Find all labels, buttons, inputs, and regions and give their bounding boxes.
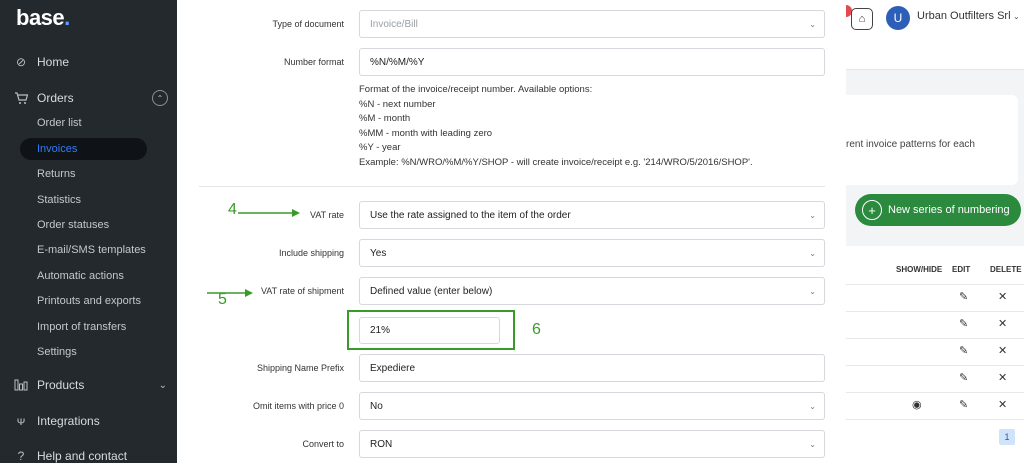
compass-icon: ⊘: [15, 55, 27, 69]
label-convert-to: Convert to: [302, 439, 344, 449]
label-number-format: Number format: [283, 57, 344, 67]
edit-icon[interactable]: ✎: [959, 398, 968, 411]
sidebar-sub-automatic-actions[interactable]: Automatic actions: [0, 265, 177, 287]
info-text: rent invoice patterns for each: [846, 139, 975, 150]
close-icon[interactable]: ✕: [998, 290, 1007, 303]
chevron-down-icon: ⌄: [809, 286, 816, 296]
products-icon: [14, 378, 28, 392]
row-divider: [846, 338, 1024, 339]
sidebar-item-home[interactable]: ⊘ Home: [0, 50, 177, 74]
sidebar-sub-settings[interactable]: Settings: [0, 341, 177, 363]
invoice-settings-modal: Type of document Invoice/Bill ⌄ Number f…: [177, 0, 846, 463]
chevron-down-icon: ⌄: [809, 19, 816, 29]
help-icon: ?: [17, 449, 25, 463]
annotation-arrow-4: [238, 209, 300, 217]
vat-rate-shipment-select[interactable]: Defined value (enter below) ⌄: [359, 277, 825, 305]
label-vat-rate: VAT rate: [309, 210, 344, 220]
annotation-highlight-box: [347, 310, 515, 350]
chevron-down-icon[interactable]: ⌄: [1013, 12, 1020, 21]
page-number[interactable]: 1: [999, 429, 1015, 445]
sidebar-item-products[interactable]: Products ⌄: [0, 373, 177, 397]
sidebar-sub-printouts[interactable]: Printouts and exports: [0, 290, 177, 312]
number-format-input[interactable]: %N/%M/%Y: [359, 48, 825, 76]
chevron-down-icon: ⌄: [809, 210, 816, 220]
plug-icon: ᴪ: [16, 414, 26, 428]
edit-icon[interactable]: ✎: [959, 371, 968, 384]
number-format-help: Format of the invoice/receipt number. Av…: [359, 84, 753, 168]
sidebar-sub-statistics[interactable]: Statistics: [0, 189, 177, 211]
sidebar-item-help[interactable]: ? Help and contact: [0, 444, 177, 463]
sidebar-sub-order-list[interactable]: Order list: [0, 112, 177, 134]
eye-icon[interactable]: ◉: [912, 398, 922, 411]
chevron-down-icon: ⌄: [809, 401, 816, 411]
shipping-name-prefix-input[interactable]: Expediere: [359, 354, 825, 382]
omit-items-select[interactable]: No ⌄: [359, 392, 825, 420]
section-divider: [199, 186, 825, 187]
column-header-delete: DELETE: [990, 265, 1022, 274]
annotation-number-6: 6: [532, 321, 541, 338]
chevron-down-icon: ⌄: [809, 439, 816, 449]
chevron-down-icon[interactable]: ⌄: [159, 380, 167, 391]
new-series-button[interactable]: + New series of numbering: [855, 194, 1021, 226]
sidebar-sub-import-transfers[interactable]: Import of transfers: [0, 316, 177, 338]
label-shipping-name-prefix: Shipping Name Prefix: [256, 363, 344, 373]
close-icon[interactable]: ✕: [998, 344, 1007, 357]
sidebar: base. ⊘ Home Orders ⌃ Order list Invoice…: [0, 0, 177, 463]
row-divider: [846, 311, 1024, 312]
close-icon[interactable]: ✕: [998, 317, 1007, 330]
column-header-show-hide: SHOW/HIDE: [896, 265, 943, 274]
convert-to-select[interactable]: RON ⌄: [359, 430, 825, 458]
sidebar-sub-email-templates[interactable]: E-mail/SMS templates: [0, 239, 177, 261]
sidebar-sub-order-statuses[interactable]: Order statuses: [0, 214, 177, 236]
avatar[interactable]: U: [886, 6, 910, 30]
chevron-up-icon[interactable]: ⌃: [152, 90, 168, 106]
edit-icon[interactable]: ✎: [959, 290, 968, 303]
logo[interactable]: base.: [16, 5, 70, 31]
edit-icon[interactable]: ✎: [959, 317, 968, 330]
label-include-shipping: Include shipping: [278, 248, 344, 258]
row-divider: [846, 419, 1024, 420]
store-icon[interactable]: ⌂: [851, 8, 873, 30]
company-name[interactable]: Urban Outfilters Srl: [917, 10, 1011, 22]
sidebar-item-integrations[interactable]: ᴪ Integrations: [0, 409, 177, 433]
include-shipping-select[interactable]: Yes ⌄: [359, 239, 825, 267]
column-header-edit: EDIT: [952, 265, 971, 274]
annotation-arrow-5: [207, 289, 253, 297]
edit-icon[interactable]: ✎: [959, 344, 968, 357]
type-of-document-select[interactable]: Invoice/Bill ⌄: [359, 10, 825, 38]
close-icon[interactable]: ✕: [998, 398, 1007, 411]
vat-rate-select[interactable]: Use the rate assigned to the item of the…: [359, 201, 825, 229]
close-icon[interactable]: ✕: [998, 371, 1007, 384]
label-type-of-document: Type of document: [272, 19, 344, 29]
row-divider: [846, 365, 1024, 366]
sidebar-sub-returns[interactable]: Returns: [0, 163, 177, 185]
label-vat-rate-shipment: VAT rate of shipment: [260, 286, 344, 296]
plus-icon: +: [862, 200, 882, 220]
cart-icon: [14, 91, 28, 105]
sidebar-item-orders[interactable]: Orders ⌃: [0, 86, 177, 110]
chevron-down-icon: ⌄: [809, 248, 816, 258]
label-omit-items: Omit items with price 0: [252, 401, 344, 411]
row-divider: [846, 392, 1024, 393]
sidebar-sub-invoices[interactable]: Invoices: [0, 138, 177, 160]
row-divider: [846, 284, 1024, 285]
